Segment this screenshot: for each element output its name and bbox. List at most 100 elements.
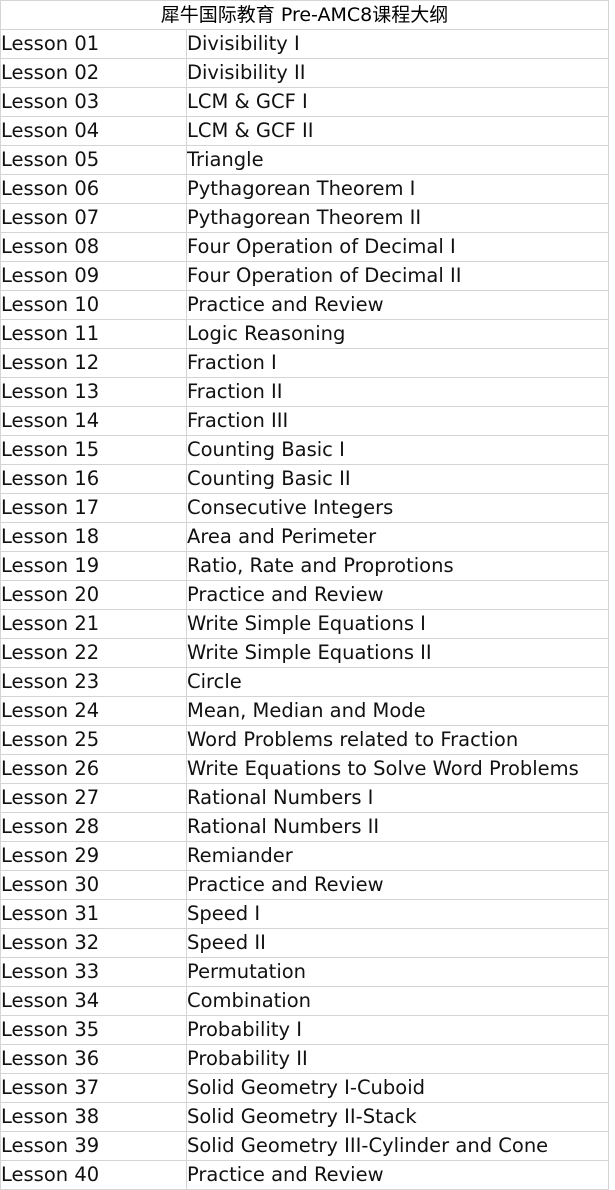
lesson-topic-cell: Solid Geometry I-Cuboid bbox=[186, 1073, 609, 1103]
lesson-topic-cell: Probability II bbox=[186, 1044, 609, 1074]
lesson-topic-cell: Four Operation of Decimal I bbox=[186, 232, 609, 262]
table-row: Lesson 25 Word Problems related to Fracti… bbox=[0, 725, 609, 755]
lesson-number-cell: Lesson 33 bbox=[0, 957, 187, 987]
lesson-number-cell: Lesson 38 bbox=[0, 1102, 187, 1132]
lesson-topic-cell: Write Simple Equations I bbox=[186, 609, 609, 639]
lesson-number-cell: Lesson 18 bbox=[0, 522, 187, 552]
table-row: Lesson 20 Practice and Review bbox=[0, 580, 609, 610]
lesson-topic-cell: Pythagorean Theorem II bbox=[186, 203, 609, 233]
lesson-topic-cell: Divisibility I bbox=[186, 29, 609, 59]
table-row: Lesson 04 LCM & GCF II bbox=[0, 116, 609, 146]
lesson-topic-cell: Solid Geometry II-Stack bbox=[186, 1102, 609, 1132]
lesson-topic-cell: Counting Basic II bbox=[186, 464, 609, 494]
table-row: Lesson 06 Pythagorean Theorem I bbox=[0, 174, 609, 204]
table-row: Lesson 38 Solid Geometry II-Stack bbox=[0, 1102, 609, 1132]
table-row: Lesson 16 Counting Basic II bbox=[0, 464, 609, 494]
table-row: Lesson 10 Practice and Review bbox=[0, 290, 609, 320]
table-row: Lesson 27 Rational Numbers I bbox=[0, 783, 609, 813]
course-syllabus-table: 犀牛国际教育 Pre-AMC8课程大纲 Lesson 01 Divisibilit… bbox=[0, 0, 609, 1190]
table-row: Lesson 29 Remiander bbox=[0, 841, 609, 871]
lesson-topic-cell: Speed II bbox=[186, 928, 609, 958]
lesson-number-cell: Lesson 15 bbox=[0, 435, 187, 465]
table-row: Lesson 11 Logic Reasoning bbox=[0, 319, 609, 349]
lesson-number-cell: Lesson 11 bbox=[0, 319, 187, 349]
lesson-topic-cell: Word Problems related to Fraction bbox=[186, 725, 609, 755]
table-row: Lesson 19 Ratio, Rate and Proprotions bbox=[0, 551, 609, 581]
lesson-number-cell: Lesson 12 bbox=[0, 348, 187, 378]
lesson-number-cell: Lesson 34 bbox=[0, 986, 187, 1016]
lesson-number-cell: Lesson 23 bbox=[0, 667, 187, 697]
lesson-topic-cell: Practice and Review bbox=[186, 290, 609, 320]
lesson-number-cell: Lesson 29 bbox=[0, 841, 187, 871]
table-row: Lesson 37 Solid Geometry I-Cuboid bbox=[0, 1073, 609, 1103]
lesson-number-cell: Lesson 40 bbox=[0, 1160, 187, 1190]
lesson-number-cell: Lesson 28 bbox=[0, 812, 187, 842]
table-row: Lesson 34 Combination bbox=[0, 986, 609, 1016]
lesson-topic-cell: Write Equations to Solve Word Problems bbox=[186, 754, 609, 784]
table-row: Lesson 14 Fraction III bbox=[0, 406, 609, 436]
table-row: Lesson 26 Write Equations to Solve Word P… bbox=[0, 754, 609, 784]
lesson-number-cell: Lesson 30 bbox=[0, 870, 187, 900]
table-row: Lesson 09 Four Operation of Decimal II bbox=[0, 261, 609, 291]
lesson-topic-cell: Write Simple Equations II bbox=[186, 638, 609, 668]
lesson-number-cell: Lesson 17 bbox=[0, 493, 187, 523]
table-row: Lesson 31 Speed I bbox=[0, 899, 609, 929]
table-row: Lesson 15 Counting Basic I bbox=[0, 435, 609, 465]
lesson-number-cell: Lesson 16 bbox=[0, 464, 187, 494]
lesson-topic-cell: LCM & GCF I bbox=[186, 87, 609, 117]
lesson-number-cell: Lesson 01 bbox=[0, 29, 187, 59]
lesson-topic-cell: Speed I bbox=[186, 899, 609, 929]
lesson-topic-cell: Ratio, Rate and Proprotions bbox=[186, 551, 609, 581]
lesson-topic-cell: Circle bbox=[186, 667, 609, 697]
lesson-number-cell: Lesson 37 bbox=[0, 1073, 187, 1103]
lesson-number-cell: Lesson 13 bbox=[0, 377, 187, 407]
table-row: Lesson 32 Speed II bbox=[0, 928, 609, 958]
lesson-topic-cell: Area and Perimeter bbox=[186, 522, 609, 552]
lesson-number-cell: Lesson 25 bbox=[0, 725, 187, 755]
lesson-topic-cell: Logic Reasoning bbox=[186, 319, 609, 349]
syllabus-table-body: 犀牛国际教育 Pre-AMC8课程大纲 Lesson 01 Divisibilit… bbox=[0, 0, 609, 1190]
lesson-number-cell: Lesson 09 bbox=[0, 261, 187, 291]
lesson-number-cell: Lesson 10 bbox=[0, 290, 187, 320]
lesson-number-cell: Lesson 05 bbox=[0, 145, 187, 175]
table-row: Lesson 33 Permutation bbox=[0, 957, 609, 987]
lesson-topic-cell: Permutation bbox=[186, 957, 609, 987]
lesson-number-cell: Lesson 22 bbox=[0, 638, 187, 668]
lesson-topic-cell: Rational Numbers I bbox=[186, 783, 609, 813]
lesson-number-cell: Lesson 31 bbox=[0, 899, 187, 929]
lesson-topic-cell: Combination bbox=[186, 986, 609, 1016]
table-row: Lesson 02 Divisibility II bbox=[0, 58, 609, 88]
lesson-number-cell: Lesson 36 bbox=[0, 1044, 187, 1074]
lesson-number-cell: Lesson 14 bbox=[0, 406, 187, 436]
lesson-number-cell: Lesson 07 bbox=[0, 203, 187, 233]
lesson-number-cell: Lesson 06 bbox=[0, 174, 187, 204]
lesson-number-cell: Lesson 24 bbox=[0, 696, 187, 726]
table-row: Lesson 01 Divisibility I bbox=[0, 29, 609, 59]
lesson-number-cell: Lesson 39 bbox=[0, 1131, 187, 1161]
lesson-number-cell: Lesson 35 bbox=[0, 1015, 187, 1045]
lesson-topic-cell: Mean, Median and Mode bbox=[186, 696, 609, 726]
table-row: Lesson 07 Pythagorean Theorem II bbox=[0, 203, 609, 233]
lesson-topic-cell: Triangle bbox=[186, 145, 609, 175]
lesson-number-cell: Lesson 08 bbox=[0, 232, 187, 262]
table-row: Lesson 21 Write Simple Equations I bbox=[0, 609, 609, 639]
lesson-topic-cell: Fraction III bbox=[186, 406, 609, 436]
table-row: Lesson 35 Probability I bbox=[0, 1015, 609, 1045]
lesson-topic-cell: Solid Geometry III-Cylinder and Cone bbox=[186, 1131, 609, 1161]
lesson-topic-cell: Counting Basic I bbox=[186, 435, 609, 465]
table-row: Lesson 40 Practice and Review bbox=[0, 1160, 609, 1190]
lesson-number-cell: Lesson 21 bbox=[0, 609, 187, 639]
lesson-topic-cell: Practice and Review bbox=[186, 870, 609, 900]
lesson-topic-cell: Fraction I bbox=[186, 348, 609, 378]
lesson-topic-cell: Pythagorean Theorem I bbox=[186, 174, 609, 204]
table-row: Lesson 24 Mean, Median and Mode bbox=[0, 696, 609, 726]
table-row: Lesson 17 Consecutive Integers bbox=[0, 493, 609, 523]
table-row: Lesson 18 Area and Perimeter bbox=[0, 522, 609, 552]
lesson-topic-cell: Rational Numbers II bbox=[186, 812, 609, 842]
lesson-number-cell: Lesson 19 bbox=[0, 551, 187, 581]
lesson-number-cell: Lesson 02 bbox=[0, 58, 187, 88]
table-row: Lesson 30 Practice and Review bbox=[0, 870, 609, 900]
lesson-topic-cell: Probability I bbox=[186, 1015, 609, 1045]
lesson-number-cell: Lesson 03 bbox=[0, 87, 187, 117]
lesson-topic-cell: Practice and Review bbox=[186, 580, 609, 610]
